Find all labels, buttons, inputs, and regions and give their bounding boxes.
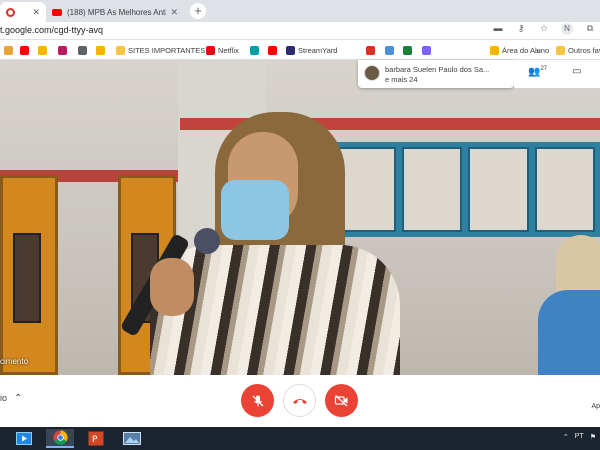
bookmark-icon (4, 45, 13, 55)
mic-off-icon (252, 395, 263, 406)
browser-toolbar: t.google.com/cgd-ttyy-avq ▬ ⚷ ☆ N ⧉ (0, 22, 600, 40)
bookmark-icon (20, 45, 29, 55)
bookmark-item[interactable]: Outros fav (556, 44, 600, 56)
bookmark-icon (116, 45, 125, 55)
windows-taskbar: P ⌃ PT ⚑ (0, 427, 600, 450)
recording-icon (6, 7, 15, 17)
bookmark-item[interactable] (96, 44, 108, 56)
bookmark-icon (366, 45, 375, 55)
bookmark-item[interactable] (385, 44, 397, 56)
second-person (538, 290, 600, 375)
chat-button[interactable]: ▭ (572, 66, 581, 77)
language-indicator[interactable]: PT (575, 433, 584, 441)
people-count: 27 (540, 66, 548, 72)
bookmark-item[interactable] (250, 44, 262, 56)
bookmark-icon (422, 45, 431, 55)
bookmark-icon (78, 45, 87, 55)
bookmark-label: StreamYard (298, 45, 338, 55)
camera-icon[interactable]: ▬ (492, 23, 504, 35)
chevron-up-icon: ⌃ (14, 393, 23, 404)
bookmark-item[interactable] (366, 44, 378, 56)
avatar (364, 65, 380, 81)
bookmark-icon (58, 45, 67, 55)
meeting-controls: io ⌃ Ap (0, 375, 600, 427)
toolbar-icons: ▬ ⚷ ☆ N ⧉ (492, 23, 596, 35)
bookmark-label: SITES IMPORTANTES (128, 45, 206, 55)
bookmark-item[interactable] (20, 44, 32, 56)
powerpoint-icon[interactable]: P (82, 429, 110, 448)
bookmark-icon (250, 45, 259, 55)
bookmark-item[interactable] (78, 44, 90, 56)
activities-button[interactable]: Ap (591, 403, 600, 410)
camera-toggle-button[interactable] (325, 384, 358, 417)
speaker-hand (150, 258, 194, 316)
extensions-icon[interactable]: ⧉ (584, 23, 596, 35)
tab-title: (188) MPB As Melhores Antigas - (67, 7, 166, 17)
bookmark-icon (206, 45, 215, 55)
bookmark-item[interactable] (268, 44, 280, 56)
close-icon[interactable]: ✕ (32, 7, 40, 18)
photos-icon[interactable] (118, 429, 146, 448)
video-stage: cimento (0, 60, 600, 375)
screen: ✕ (188) MPB As Melhores Antigas - ✕ + t.… (0, 0, 600, 450)
meeting-details-label: io (0, 393, 8, 403)
speaker-name-caption: cimento (0, 357, 29, 366)
participant-more: e mais 24 (385, 75, 418, 84)
leave-call-button[interactable] (283, 384, 316, 417)
profile-avatar[interactable]: N (561, 23, 573, 35)
chrome-icon[interactable] (46, 429, 74, 448)
bookmark-item[interactable]: Netflix (206, 44, 239, 56)
people-icon: 👥 (528, 66, 541, 78)
new-tab-button[interactable]: + (190, 3, 206, 19)
participant-chip[interactable]: barbara Suelen Paulo dos Sa... e mais 24 (358, 60, 514, 88)
bookmark-item[interactable] (58, 44, 70, 56)
bookmark-icon (556, 45, 565, 55)
microphone-head (194, 228, 220, 254)
mic-toggle-button[interactable] (241, 384, 274, 417)
browser-tab-strip: ✕ (188) MPB As Melhores Antigas - ✕ + (0, 0, 600, 22)
bookmark-item[interactable] (403, 44, 415, 56)
bookmark-icon (403, 45, 412, 55)
bookmark-item[interactable] (38, 44, 50, 56)
bookmark-item[interactable]: Área do Aluno (490, 44, 549, 56)
door (0, 175, 58, 375)
system-tray: ⌃ PT ⚑ (563, 433, 596, 441)
address-bar[interactable]: t.google.com/cgd-ttyy-avq (0, 25, 103, 35)
star-icon[interactable]: ☆ (538, 23, 550, 35)
bookmark-item[interactable]: StreamYard (286, 44, 337, 56)
bookmark-label: » (536, 45, 541, 55)
meet-side-buttons: 👥27 ▭ (514, 60, 600, 88)
bookmark-icon (38, 45, 47, 55)
bookmark-label: Netflix (218, 45, 239, 55)
classroom-windows (330, 142, 600, 237)
participant-names: barbara Suelen Paulo dos Sa... (385, 65, 490, 74)
tab-youtube[interactable]: (188) MPB As Melhores Antigas - ✕ (46, 2, 184, 22)
chevron-up-icon[interactable]: ⌃ (563, 433, 569, 441)
bookmark-icon (286, 45, 295, 55)
bookmark-icon (96, 45, 105, 55)
key-icon[interactable]: ⚷ (515, 23, 527, 35)
media-player-icon[interactable] (10, 429, 38, 448)
flag-icon[interactable]: ⚑ (590, 433, 596, 441)
youtube-icon (52, 8, 62, 16)
bookmark-icon (385, 45, 394, 55)
hang-up-icon (292, 398, 307, 404)
camera-off-icon (334, 395, 348, 407)
chat-icon: ▭ (572, 66, 582, 77)
people-button[interactable]: 👥27 (528, 66, 547, 77)
bookmark-label: Área do Aluno (502, 45, 550, 55)
close-icon[interactable]: ✕ (170, 7, 178, 18)
bookmark-item[interactable]: » (536, 44, 540, 56)
bookmark-item[interactable]: SITES IMPORTANTES (116, 44, 205, 56)
tab-meet[interactable]: ✕ (0, 2, 46, 22)
bookmarks-bar: SITES IMPORTANTES Netflix StreamYard Área d… (0, 40, 600, 60)
svg-text:P: P (92, 435, 98, 445)
meeting-details-button[interactable]: io ⌃ (0, 393, 22, 404)
bookmark-item[interactable] (4, 44, 16, 56)
bookmark-icon (490, 45, 499, 55)
bookmark-label: Outros fav (568, 45, 600, 55)
face-mask (221, 180, 289, 240)
bookmark-icon (268, 45, 277, 55)
bookmark-item[interactable] (422, 44, 434, 56)
